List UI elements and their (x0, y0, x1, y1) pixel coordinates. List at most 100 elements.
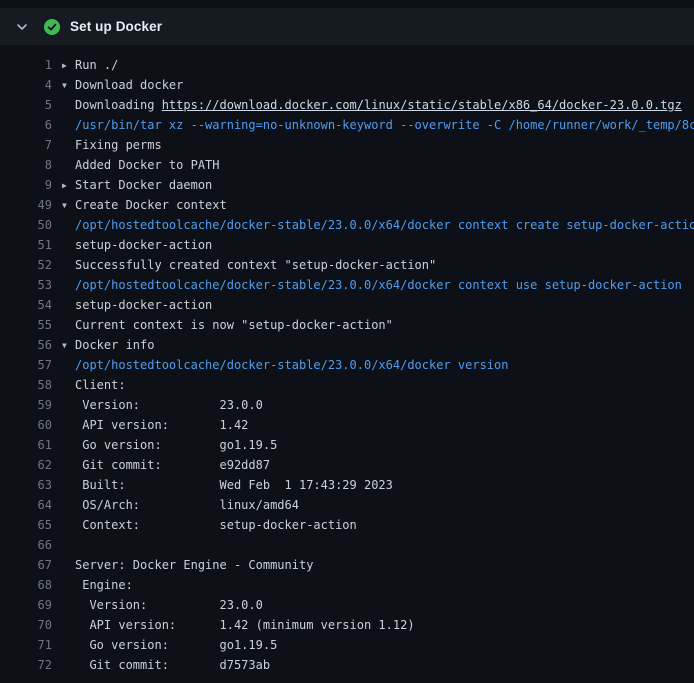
log-line-number[interactable]: 70 (0, 615, 52, 635)
check-circle-icon (44, 19, 60, 35)
log-text: Git commit: d7573ab (75, 658, 270, 672)
log-line-number[interactable]: 54 (0, 295, 52, 315)
log-line-content: ▶ API version: 1.42 (62, 415, 694, 435)
log-line: 1 ▶Run ./ (0, 55, 694, 75)
expand-group-icon[interactable]: ▶ (62, 56, 75, 75)
log-line-content: ▶Server: Docker Engine - Community (62, 555, 694, 575)
log-line-number[interactable]: 72 (0, 655, 52, 675)
collapse-group-icon[interactable]: ▼ (62, 336, 75, 355)
log-line: 59 ▶ Version: 23.0.0 (0, 395, 694, 415)
log-line-content: ▶Successfully created context "setup-doc… (62, 255, 694, 275)
log-text: Built: Wed Feb 1 17:43:29 2023 (75, 478, 393, 492)
log-text: Git commit: e92dd87 (75, 458, 270, 472)
log-line: 52 ▶Successfully created context "setup-… (0, 255, 694, 275)
log-line-number[interactable]: 53 (0, 275, 52, 295)
log-line-number[interactable]: 56 (0, 335, 52, 355)
log-line-content: ▶Current context is now "setup-docker-ac… (62, 315, 694, 335)
log-line-content: ▶Downloading https://download.docker.com… (62, 95, 694, 115)
collapse-group-icon[interactable]: ▼ (62, 76, 75, 95)
log-text: Go version: go1.19.5 (75, 438, 277, 452)
log-line-number[interactable]: 62 (0, 455, 52, 475)
log-area: 1 ▶Run ./ 4 ▼Download docker 5 ▶Download… (0, 45, 694, 675)
log-line-number[interactable]: 60 (0, 415, 52, 435)
log-line: 69 ▶ Version: 23.0.0 (0, 595, 694, 615)
log-line-content: ▶ (62, 535, 694, 555)
log-text: Start Docker daemon (75, 178, 212, 192)
log-line-number[interactable]: 49 (0, 195, 52, 215)
log-line-number[interactable]: 67 (0, 555, 52, 575)
log-line-content: ▼Download docker (62, 75, 694, 95)
log-line-number[interactable]: 58 (0, 375, 52, 395)
log-text: Create Docker context (75, 198, 227, 212)
log-line-content: ▶Client: (62, 375, 694, 395)
step-header[interactable]: Set up Docker (0, 8, 694, 45)
log-line: 72 ▶ Git commit: d7573ab (0, 655, 694, 675)
log-line-number[interactable]: 71 (0, 635, 52, 655)
log-link[interactable]: https://download.docker.com/linux/static… (162, 98, 682, 112)
log-line-number[interactable]: 50 (0, 215, 52, 235)
log-line-number[interactable]: 1 (0, 55, 52, 75)
log-line-content: ▶/usr/bin/tar xz --warning=no-unknown-ke… (62, 115, 694, 135)
log-text: Client: (75, 378, 126, 392)
log-line-content: ▶Added Docker to PATH (62, 155, 694, 175)
log-line-number[interactable]: 69 (0, 595, 52, 615)
log-text: Version: 23.0.0 (75, 598, 263, 612)
log-text: Downloading (75, 98, 162, 112)
log-line-number[interactable]: 4 (0, 75, 52, 95)
log-line-number[interactable]: 55 (0, 315, 52, 335)
log-line: 7 ▶Fixing perms (0, 135, 694, 155)
log-line: 54 ▶setup-docker-action (0, 295, 694, 315)
log-text: Server: Docker Engine - Community (75, 558, 313, 572)
log-line: 49 ▼Create Docker context (0, 195, 694, 215)
step-title: Set up Docker (70, 19, 162, 34)
log-text: Go version: go1.19.5 (75, 638, 277, 652)
log-line-number[interactable]: 65 (0, 515, 52, 535)
log-line: 5 ▶Downloading https://download.docker.c… (0, 95, 694, 115)
log-text: Engine: (75, 578, 133, 592)
log-line: 50 ▶/opt/hostedtoolcache/docker-stable/2… (0, 215, 694, 235)
log-line-number[interactable]: 66 (0, 535, 52, 555)
log-text: Download docker (75, 78, 183, 92)
log-line: 64 ▶ OS/Arch: linux/amd64 (0, 495, 694, 515)
chevron-down-icon[interactable] (14, 19, 30, 35)
log-line-number[interactable]: 6 (0, 115, 52, 135)
log-line-number[interactable]: 51 (0, 235, 52, 255)
log-line: 58 ▶Client: (0, 375, 694, 395)
expand-group-icon[interactable]: ▶ (62, 176, 75, 195)
log-line-number[interactable]: 68 (0, 575, 52, 595)
log-line-content: ▶ Version: 23.0.0 (62, 595, 694, 615)
log-line: 60 ▶ API version: 1.42 (0, 415, 694, 435)
log-line-number[interactable]: 7 (0, 135, 52, 155)
log-line: 9 ▶Start Docker daemon (0, 175, 694, 195)
log-line: 68 ▶ Engine: (0, 575, 694, 595)
command-text: /opt/hostedtoolcache/docker-stable/23.0.… (75, 218, 694, 232)
log-line: 53 ▶/opt/hostedtoolcache/docker-stable/2… (0, 275, 694, 295)
actions-log-viewer: Set up Docker 1 ▶Run ./ 4 ▼Download dock… (0, 0, 694, 683)
log-text: Context: setup-docker-action (75, 518, 357, 532)
log-line-number[interactable]: 52 (0, 255, 52, 275)
log-line-content: ▶/opt/hostedtoolcache/docker-stable/23.0… (62, 215, 694, 235)
log-line-content: ▶ Context: setup-docker-action (62, 515, 694, 535)
log-line: 66 ▶ (0, 535, 694, 555)
log-line-number[interactable]: 63 (0, 475, 52, 495)
log-line-number[interactable]: 57 (0, 355, 52, 375)
log-line: 4 ▼Download docker (0, 75, 694, 95)
log-line: 71 ▶ Go version: go1.19.5 (0, 635, 694, 655)
log-line-content: ▶Fixing perms (62, 135, 694, 155)
collapse-group-icon[interactable]: ▼ (62, 196, 75, 215)
command-text: /usr/bin/tar xz --warning=no-unknown-key… (75, 118, 694, 132)
log-line-content: ▶ Built: Wed Feb 1 17:43:29 2023 (62, 475, 694, 495)
log-line-content: ▶ API version: 1.42 (minimum version 1.1… (62, 615, 694, 635)
log-line-number[interactable]: 5 (0, 95, 52, 115)
command-text: /opt/hostedtoolcache/docker-stable/23.0.… (75, 278, 682, 292)
log-line-content: ▼Create Docker context (62, 195, 694, 215)
log-line-number[interactable]: 59 (0, 395, 52, 415)
log-line: 61 ▶ Go version: go1.19.5 (0, 435, 694, 455)
log-text: Successfully created context "setup-dock… (75, 258, 436, 272)
log-line-number[interactable]: 61 (0, 435, 52, 455)
log-line-number[interactable]: 64 (0, 495, 52, 515)
log-line: 55 ▶Current context is now "setup-docker… (0, 315, 694, 335)
log-line-number[interactable]: 8 (0, 155, 52, 175)
log-line-content: ▶ Version: 23.0.0 (62, 395, 694, 415)
log-line-number[interactable]: 9 (0, 175, 52, 195)
